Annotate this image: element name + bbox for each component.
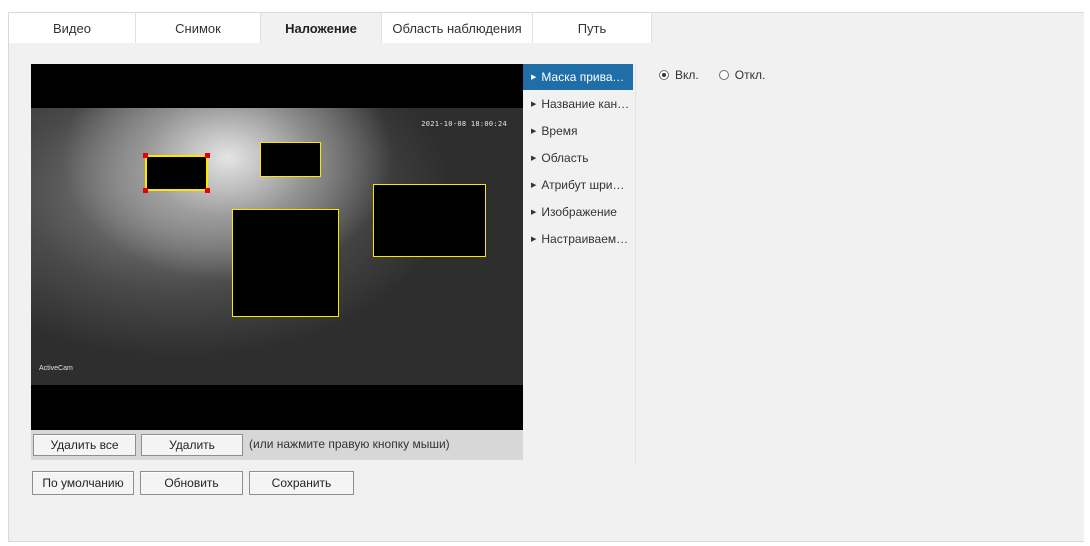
refresh-button[interactable]: Обновить — [140, 471, 243, 495]
menu-item-label: Время — [541, 124, 578, 138]
tab-video[interactable]: Видео — [9, 13, 136, 43]
menu-item-area[interactable]: ▶ Область — [523, 145, 633, 171]
tab-path[interactable]: Путь — [533, 13, 652, 43]
privacy-mask-4[interactable] — [232, 209, 339, 317]
delete-hint: (или нажмите правую кнопку мыши) — [249, 437, 450, 451]
menu-item-label: Название канала — [541, 97, 630, 111]
menu-item-label: Атрибут шрифта — [541, 178, 630, 192]
default-button[interactable]: По умолчанию — [32, 471, 134, 495]
menu-item-custom[interactable]: ▶ Настраиваемое — [523, 226, 633, 252]
settings-panel: Видео Снимок Наложение Область наблюдени… — [8, 12, 1084, 542]
radio-off-label: Откл. — [734, 68, 766, 82]
menu-item-label: Изображение — [541, 205, 617, 219]
arrow-right-icon: ▶ — [531, 209, 537, 216]
tab-overlay[interactable]: Наложение — [261, 13, 382, 43]
menu-item-channel-name[interactable]: ▶ Название канала — [523, 91, 633, 117]
osd-camera-name: ActiveCam — [39, 365, 73, 372]
menu-item-label: Маска приватности — [541, 70, 630, 84]
radio-off[interactable] — [718, 70, 729, 80]
menu-item-time[interactable]: ▶ Время — [523, 118, 633, 144]
menu-item-label: Настраиваемое — [541, 232, 630, 246]
save-button[interactable]: Сохранить — [249, 471, 354, 495]
arrow-right-icon: ▶ — [531, 155, 537, 162]
menu-item-font-attribute[interactable]: ▶ Атрибут шрифта — [523, 172, 633, 198]
menu-item-image[interactable]: ▶ Изображение — [523, 199, 633, 225]
resize-handle[interactable] — [143, 153, 148, 158]
resize-handle[interactable] — [205, 188, 210, 193]
tab-strip-fill — [652, 13, 1084, 43]
menu-item-label: Область — [541, 151, 589, 165]
overlay-menu: ▶ Маска приватности ▶ Название канала ▶ … — [523, 64, 636, 464]
video-preview[interactable]: 2021-10-08 18:00:24 ActiveCam — [31, 64, 523, 430]
osd-timestamp: 2021-10-08 18:00:24 — [421, 120, 507, 128]
arrow-right-icon: ▶ — [531, 128, 537, 135]
arrow-right-icon: ▶ — [531, 101, 537, 108]
radio-on-label: Вкл. — [675, 68, 699, 82]
privacy-mask-toggle: Вкл. Откл. — [659, 68, 765, 82]
arrow-right-icon: ▶ — [531, 74, 537, 81]
resize-handle[interactable] — [205, 153, 210, 158]
menu-item-privacy-mask[interactable]: ▶ Маска приватности — [523, 64, 633, 90]
arrow-right-icon: ▶ — [531, 236, 537, 243]
privacy-mask-1[interactable] — [143, 153, 210, 193]
delete-button[interactable]: Удалить — [141, 434, 243, 456]
privacy-mask-3[interactable] — [373, 184, 486, 257]
radio-on[interactable] — [659, 70, 669, 80]
privacy-mask-2[interactable] — [260, 142, 321, 177]
arrow-right-icon: ▶ — [531, 182, 537, 189]
mask-toolbar: Удалить все Удалить (или нажмите правую … — [31, 430, 523, 460]
tab-surveillance-area[interactable]: Область наблюдения — [382, 13, 533, 43]
tab-bar: Видео Снимок Наложение Область наблюдени… — [9, 13, 652, 43]
delete-all-button[interactable]: Удалить все — [33, 434, 136, 456]
tab-snapshot[interactable]: Снимок — [136, 13, 261, 43]
resize-handle[interactable] — [143, 188, 148, 193]
